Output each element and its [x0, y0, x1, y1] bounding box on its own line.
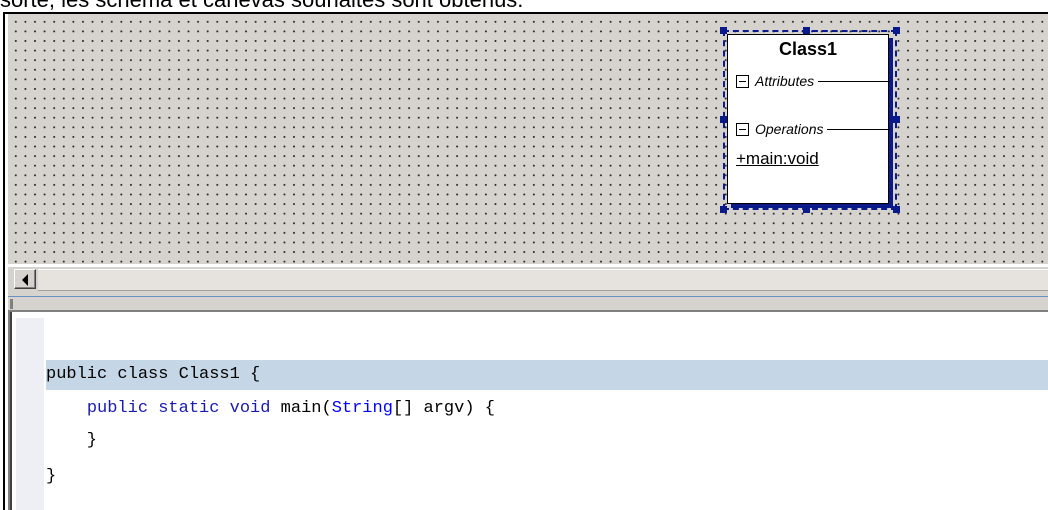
operations-divider	[827, 128, 890, 130]
attributes-divider	[818, 80, 890, 82]
keyword-void: void	[229, 399, 271, 418]
caption-text: sorte, les schéma et canevas souhaités s…	[0, 0, 1048, 12]
attributes-section[interactable]: Attributes	[736, 71, 890, 91]
scrollbar-track[interactable]	[38, 269, 1048, 291]
uml-class-box[interactable]: Class1 Attributes Operations +main:void	[727, 34, 890, 204]
resize-handle-top-right[interactable]	[893, 27, 900, 34]
code-editor[interactable]: public class Class1 { public static void…	[8, 310, 1048, 510]
operations-section[interactable]: Operations	[736, 119, 890, 139]
code-text-1: public class Class1 {	[46, 365, 261, 384]
arrow-left-icon	[22, 274, 28, 286]
keyword-static: static	[158, 399, 220, 418]
code-line-1[interactable]: public class Class1 {	[46, 360, 1048, 390]
operation-main[interactable]: +main:void	[736, 149, 819, 169]
resize-handle-middle-right[interactable]	[893, 116, 900, 123]
operations-label: Operations	[755, 121, 824, 137]
code-line-2[interactable]: public static void main(String[] argv) {	[46, 394, 1048, 424]
keyword-public: public	[86, 399, 149, 418]
splitter-bar[interactable]	[8, 296, 1048, 310]
attributes-label: Attributes	[755, 73, 815, 89]
class-name[interactable]: Class1	[728, 39, 888, 60]
code-line-3[interactable]: }	[46, 426, 1048, 456]
code-text-4: }	[46, 467, 57, 486]
collapse-attributes-icon[interactable]	[736, 74, 749, 88]
resize-handle-bottom-right[interactable]	[893, 206, 900, 213]
code-line-4[interactable]: }	[46, 462, 1048, 492]
collapse-operations-icon[interactable]	[736, 122, 749, 136]
keyword-string: String	[331, 399, 393, 418]
horizontal-scrollbar[interactable]	[8, 266, 1048, 297]
resize-handle-bottom-left[interactable]	[720, 206, 727, 213]
resize-handle-middle-left[interactable]	[720, 116, 727, 123]
editor-gutter	[16, 318, 44, 510]
resize-handle-top-left[interactable]	[720, 27, 727, 34]
scroll-left-button[interactable]	[14, 269, 36, 289]
splitter-grip	[10, 299, 13, 309]
code-text-3: }	[46, 431, 98, 450]
resize-handle-top-center[interactable]	[803, 27, 810, 34]
resize-handle-bottom-center[interactable]	[803, 206, 810, 213]
